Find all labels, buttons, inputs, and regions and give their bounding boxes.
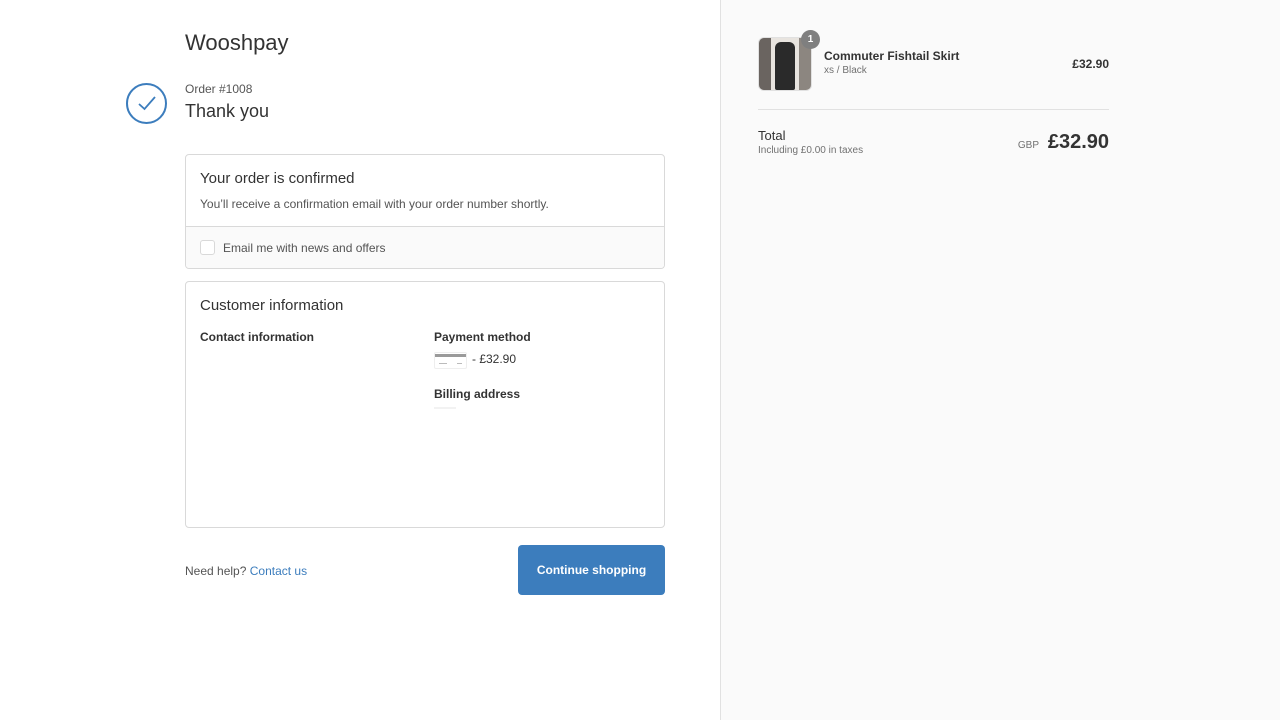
news-checkbox-label[interactable]: Email me with news and offers	[223, 241, 386, 255]
check-circle-icon	[126, 83, 167, 124]
credit-card-icon	[434, 352, 467, 369]
total-amount: £32.90	[1047, 131, 1109, 153]
order-number: Order #1008	[185, 82, 253, 96]
product-variant: xs / Black	[824, 65, 867, 76]
confirmed-title: Your order is confirmed	[200, 170, 355, 187]
payment-method-label: Payment method	[434, 330, 531, 344]
quantity-badge: 1	[801, 30, 820, 49]
customer-information-box: Customer information Contact information…	[185, 281, 665, 528]
main-content: Wooshpay Order #1008 Thank you Your orde…	[0, 0, 720, 720]
product-name: Commuter Fishtail Skirt	[824, 49, 960, 63]
order-confirmed-box: Your order is confirmed You’ll receive a…	[185, 154, 665, 269]
customer-info-title: Customer information	[200, 297, 344, 314]
contact-info-label: Contact information	[200, 330, 314, 344]
product-price: £32.90	[1072, 57, 1109, 71]
order-summary-sidebar: 1 Commuter Fishtail Skirt xs / Black £32…	[720, 0, 1280, 720]
billing-address-placeholder	[434, 407, 456, 409]
news-opt-in-row[interactable]: Email me with news and offers	[186, 226, 664, 268]
contact-us-link[interactable]: Contact us	[250, 564, 307, 578]
checkmark-icon	[138, 96, 156, 111]
need-help-text: Need help? Contact us	[185, 564, 307, 578]
thank-you-heading: Thank you	[185, 101, 270, 121]
payment-amount: - £32.90	[472, 352, 517, 366]
need-help-label: Need help?	[185, 564, 247, 578]
currency-code: GBP	[1017, 140, 1039, 151]
store-name[interactable]: Wooshpay	[185, 30, 289, 56]
summary-divider	[758, 109, 1109, 110]
confirmed-description: You’ll receive a confirmation email with…	[200, 197, 549, 211]
taxes-note: Including £0.00 in taxes	[758, 145, 864, 156]
billing-address-label: Billing address	[434, 387, 521, 401]
total-label: Total	[758, 128, 786, 143]
continue-shopping-button[interactable]: Continue shopping	[518, 545, 665, 595]
news-checkbox[interactable]	[200, 240, 215, 255]
